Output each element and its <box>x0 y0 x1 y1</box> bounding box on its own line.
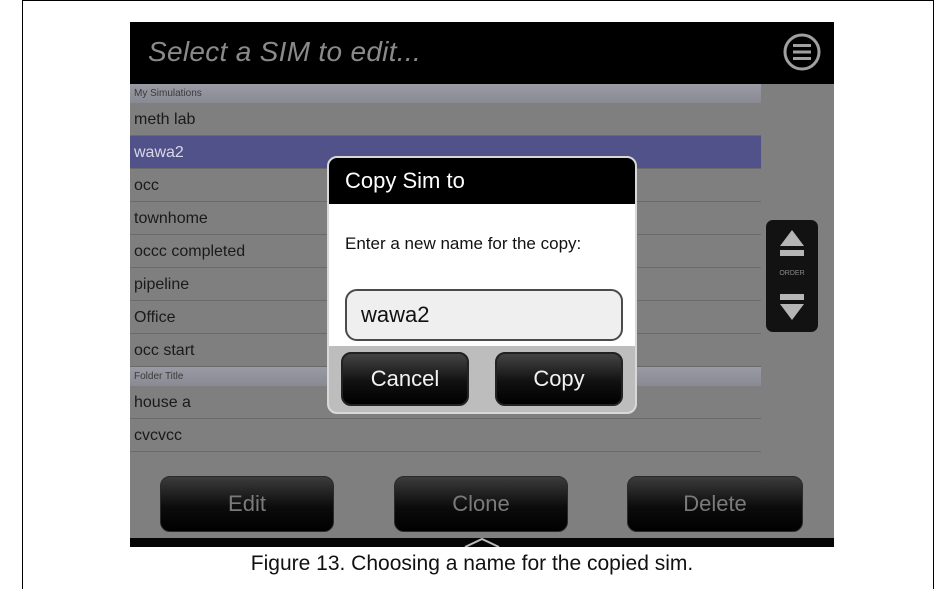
clone-button[interactable]: Clone <box>394 476 568 532</box>
cancel-button[interactable]: Cancel <box>341 352 469 406</box>
top-bar: Select a SIM to edit... <box>130 22 834 84</box>
copy-sim-dialog: Copy Sim to Enter a new name for the cop… <box>327 156 637 414</box>
move-down-icon[interactable] <box>780 294 804 320</box>
list-item[interactable]: cvcvcc <box>130 419 761 452</box>
copy-button[interactable]: Copy <box>495 352 623 406</box>
order-label: ORDER <box>779 270 805 277</box>
app-screen: Select a SIM to edit... My Simulations m… <box>130 22 834 547</box>
move-up-icon[interactable] <box>780 230 804 256</box>
bottom-strip <box>130 538 834 547</box>
section-header-my-simulations: My Simulations <box>130 84 761 103</box>
figure-caption: Figure 13. Choosing a name for the copie… <box>250 552 694 575</box>
bottom-toolbar: Edit Clone Delete <box>130 474 834 547</box>
page-title: Select a SIM to edit... <box>148 36 422 67</box>
edit-button[interactable]: Edit <box>160 476 334 532</box>
dialog-title: Copy Sim to <box>329 158 635 204</box>
dialog-message: Enter a new name for the copy: <box>345 234 582 253</box>
menu-icon[interactable] <box>782 32 822 72</box>
sim-name-input[interactable] <box>345 289 623 341</box>
order-control: ORDER <box>766 220 818 332</box>
delete-button[interactable]: Delete <box>627 476 803 532</box>
dialog-button-bar: Cancel Copy <box>329 346 635 412</box>
list-item[interactable]: meth lab <box>130 103 761 136</box>
